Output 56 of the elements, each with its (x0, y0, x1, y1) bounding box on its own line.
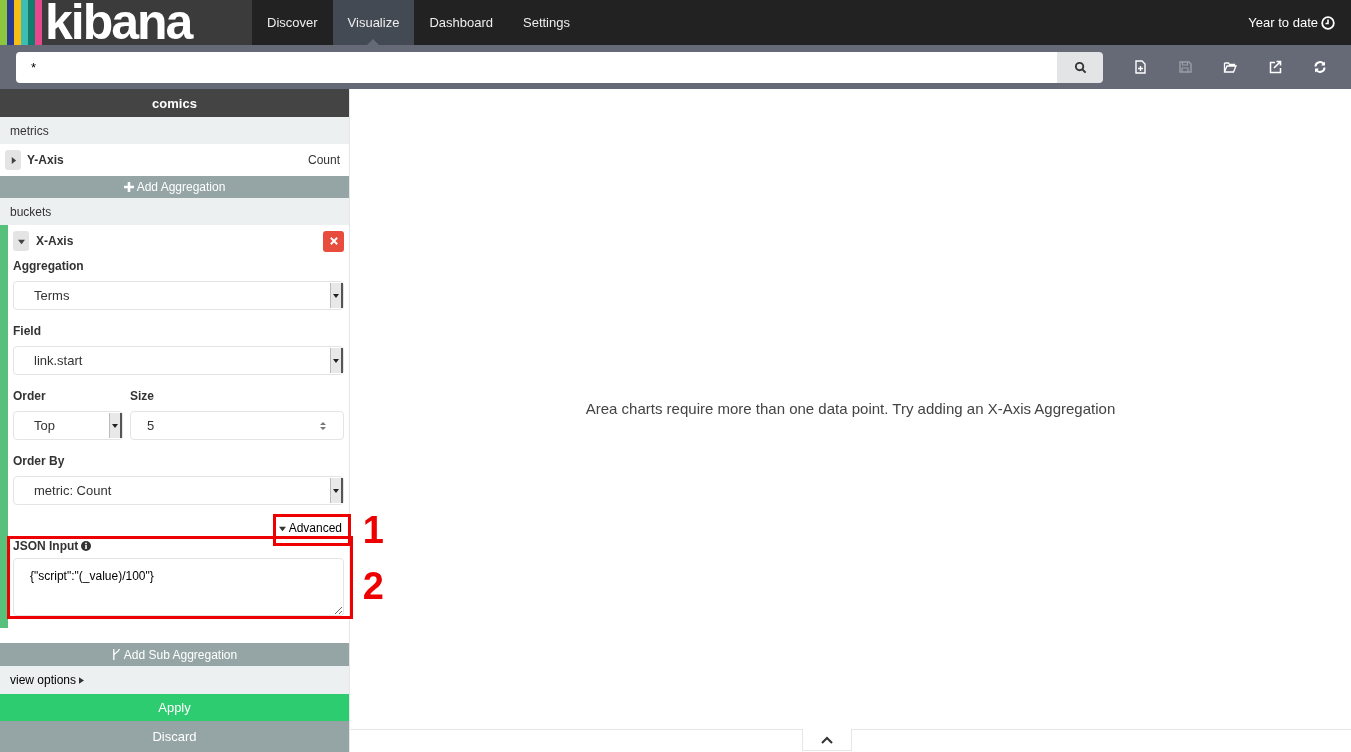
nav-tab[interactable]: Dashboard (414, 0, 508, 45)
remove-button[interactable] (323, 230, 344, 252)
search-button[interactable] (1057, 51, 1103, 83)
chevron-up-icon (820, 735, 833, 744)
caret-icon (112, 423, 118, 428)
index-title: comics (0, 89, 349, 117)
aggregation-label: X-Axis (36, 234, 74, 248)
clock-icon (1321, 15, 1335, 30)
field-label: Field (13, 323, 42, 340)
caret-icon (333, 293, 339, 298)
expand-panel-button[interactable] (801, 729, 852, 751)
save-icon (1177, 60, 1192, 74)
caret-icon (333, 488, 339, 493)
expand-toggle[interactable] (5, 150, 21, 170)
aggregation-select[interactable]: Terms (13, 281, 344, 310)
field-label: Order (13, 388, 47, 405)
caret-icon (278, 524, 286, 532)
aggregation-label: Y-Axis (27, 153, 64, 167)
caret-icon (79, 676, 85, 684)
view-options-toggle[interactable]: view options (0, 666, 349, 694)
info-icon (81, 541, 92, 551)
field-label: Order By (13, 453, 66, 470)
size-input[interactable]: 5 (130, 411, 344, 440)
query-field[interactable]: * (16, 51, 1057, 83)
branch-icon (111, 649, 121, 660)
caret-icon (17, 237, 25, 245)
aggregation-value: Count (307, 153, 340, 167)
section-heading: buckets (0, 198, 349, 225)
annotation-number: 1 (362, 511, 384, 549)
expand-toggle[interactable] (13, 231, 29, 251)
folder-icon (1222, 60, 1237, 74)
time-filter-button[interactable]: Year to date (1232, 0, 1351, 45)
nav-tab[interactable]: Settings (508, 0, 585, 45)
caret-icon (333, 358, 339, 363)
field-label: Size (130, 388, 155, 405)
new-file-icon (1132, 60, 1147, 74)
nav-tab[interactable]: Discover (252, 0, 333, 45)
empty-chart-message: Area charts require more than one data point. Try adding an X-Axis Aggregation (585, 399, 1116, 417)
close-icon (329, 237, 338, 245)
caret-icon (9, 156, 17, 164)
advanced-toggle[interactable]: Advanced (276, 521, 344, 535)
plus-icon (123, 182, 134, 192)
order-by-select[interactable]: metric: Count (13, 476, 344, 505)
search-icon (1073, 60, 1087, 74)
section-heading: metrics (0, 117, 349, 144)
nav-tab[interactable]: Visualize (332, 0, 415, 45)
field-label: Aggregation (13, 258, 85, 275)
field-select[interactable]: link.start (13, 346, 344, 375)
json-input-field[interactable]: {"script":"(_value)/100"} (13, 558, 344, 616)
field-label: JSON Input (13, 539, 79, 553)
order-select[interactable]: Top (13, 411, 123, 440)
spinner-icon (320, 420, 326, 431)
kibana-logo[interactable]: kibana (0, 0, 252, 45)
annotation-number: 2 (362, 567, 384, 605)
refresh-icon (1312, 60, 1327, 74)
external-link-icon (1267, 60, 1282, 74)
